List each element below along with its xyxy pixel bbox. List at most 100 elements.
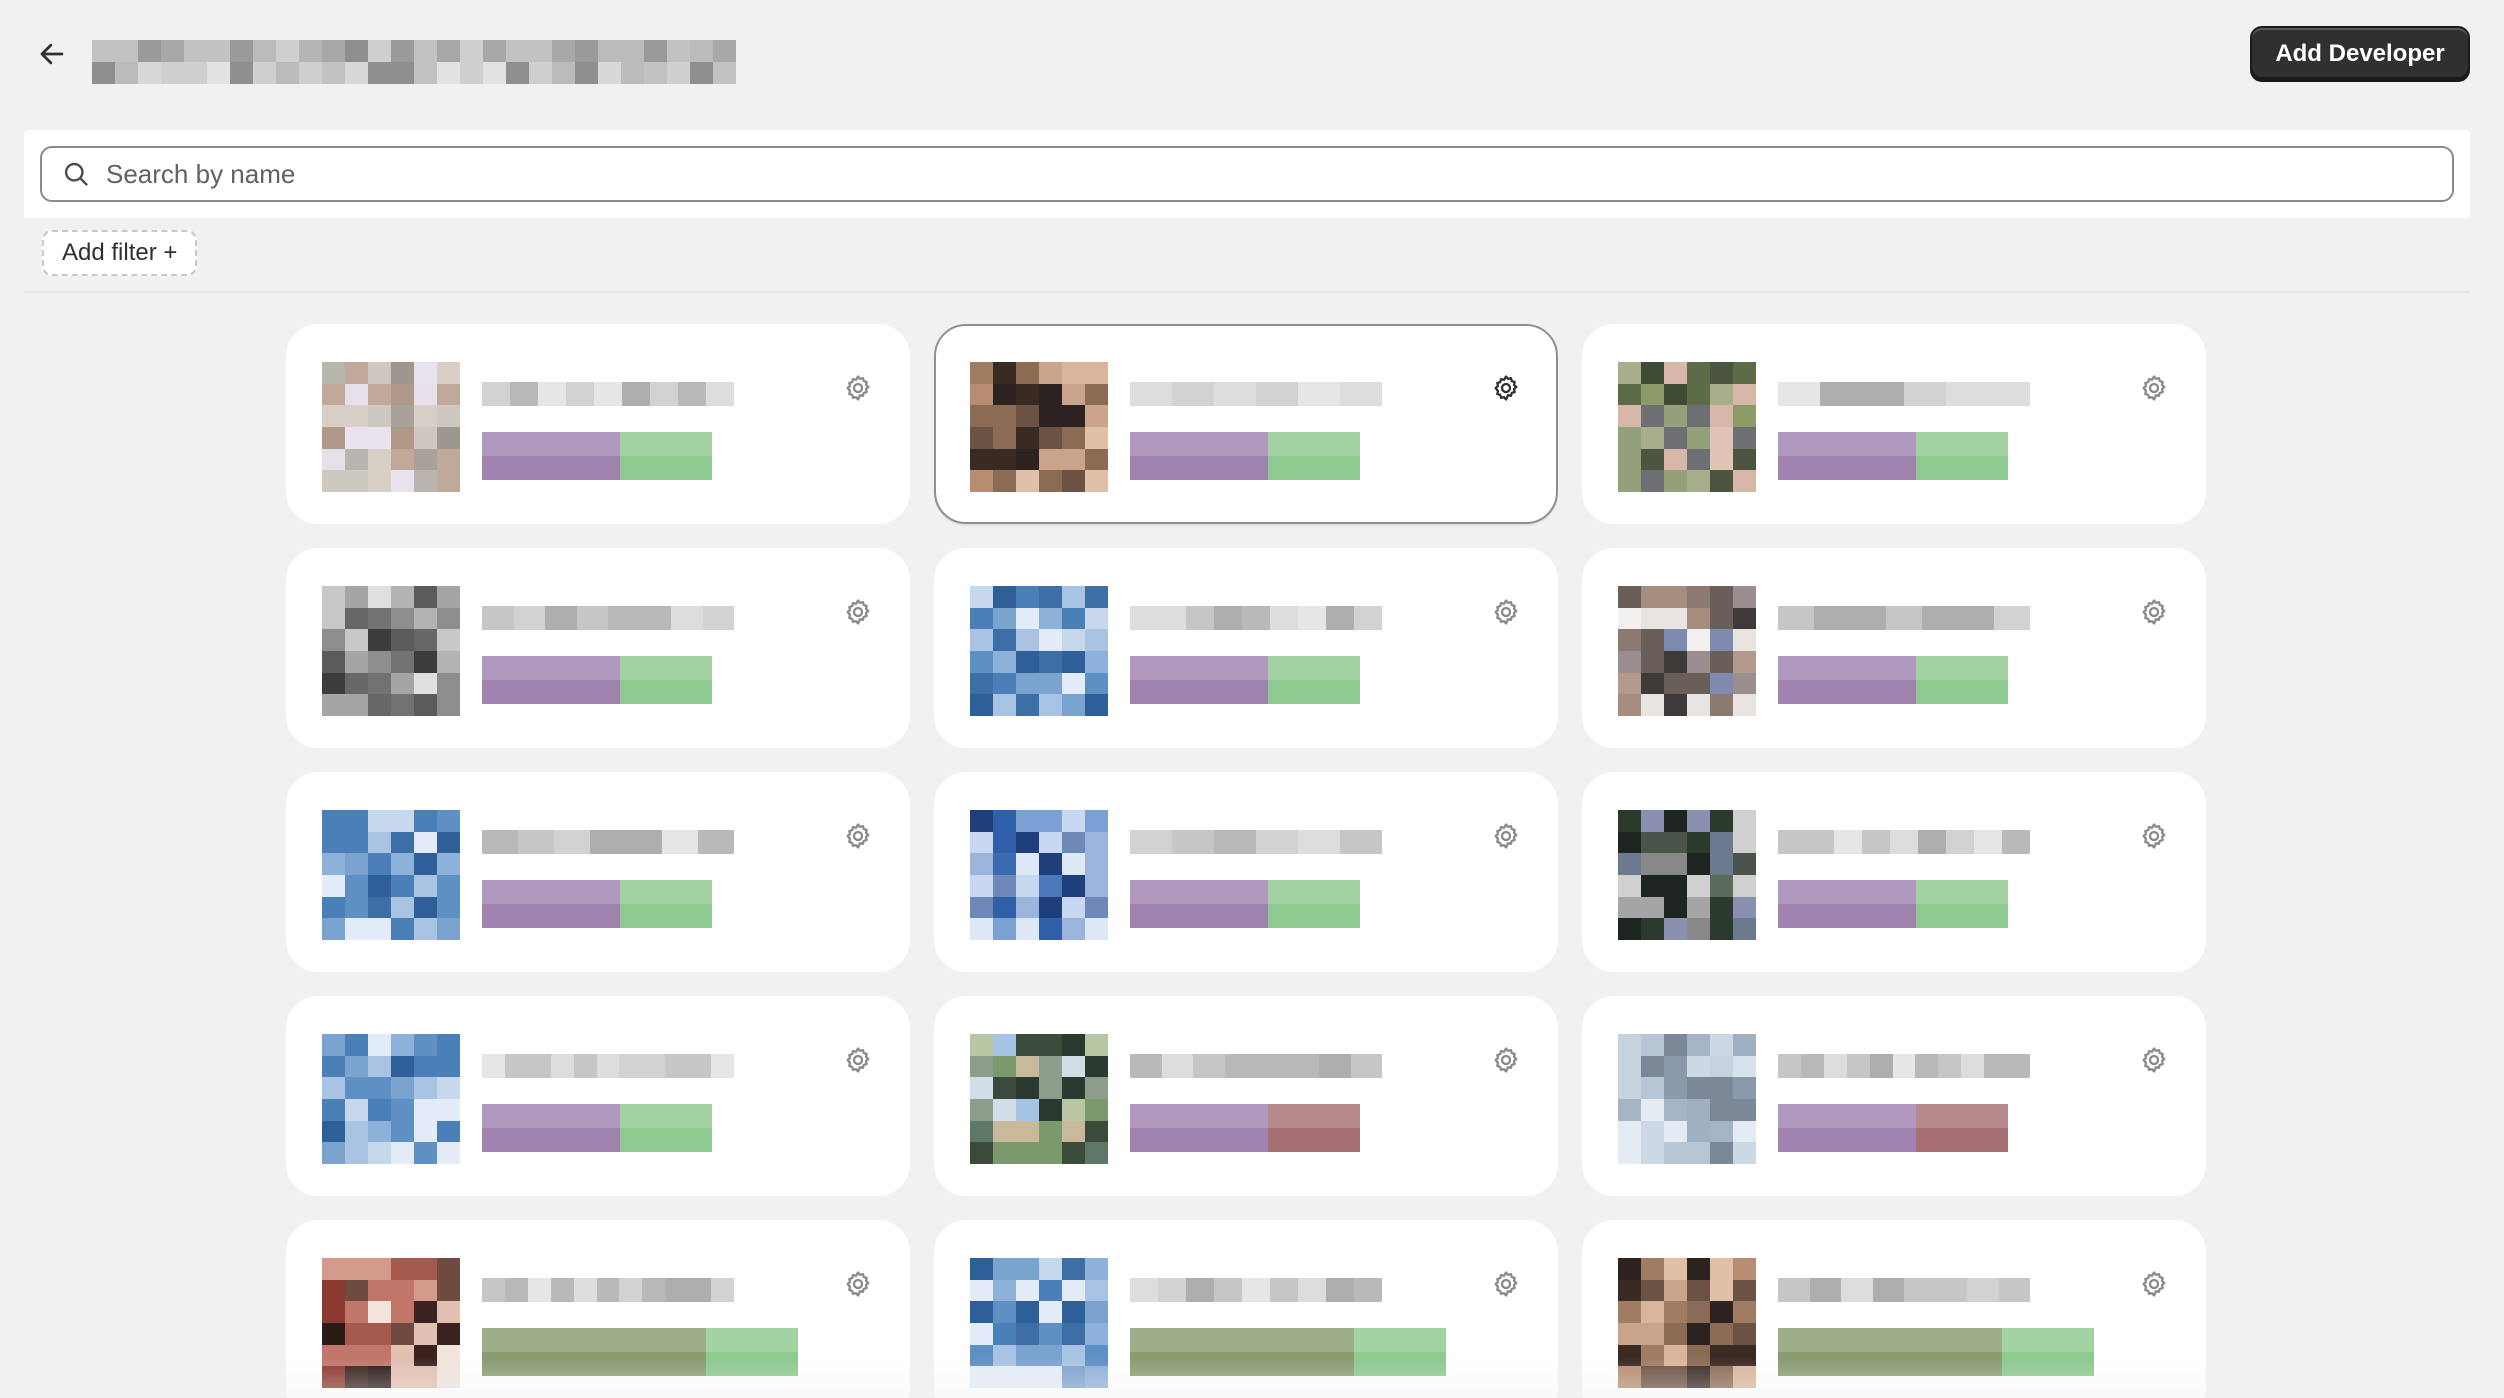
avatar-pixel [1618, 448, 1641, 471]
avatar-pixel [993, 918, 1016, 940]
avatar-pixel [1664, 383, 1687, 406]
avatar-pixel [1710, 362, 1733, 384]
avatar-pixel [993, 607, 1016, 630]
redaction-pixel [662, 830, 698, 854]
avatar-pixel [1710, 1120, 1733, 1143]
redaction-pixel [671, 606, 703, 630]
avatar-pixel [1618, 629, 1641, 651]
settings-button[interactable] [842, 1044, 874, 1076]
avatar-pixel [391, 586, 414, 608]
avatar-pixel [993, 874, 1016, 897]
redaction-pixel [1820, 382, 1862, 406]
avatar-pixel [322, 586, 345, 608]
avatar-pixel [1664, 650, 1687, 673]
settings-button[interactable] [1490, 596, 1522, 628]
redaction-pixel [482, 1278, 505, 1302]
avatar-pixel [993, 362, 1016, 384]
settings-button[interactable] [1490, 820, 1522, 852]
developer-name-redacted [1130, 382, 1382, 406]
role-tag-purple [1778, 432, 1916, 480]
settings-button[interactable] [2138, 596, 2170, 628]
avatar-pixel [1733, 896, 1756, 919]
avatar-pixel [970, 629, 993, 651]
avatar-pixel [322, 672, 345, 695]
settings-button[interactable] [842, 596, 874, 628]
gear-icon [846, 1271, 870, 1297]
settings-button[interactable] [2138, 1268, 2170, 1300]
avatar-pixel [345, 1366, 368, 1388]
developer-card[interactable] [934, 996, 1558, 1196]
developer-card[interactable] [286, 1220, 910, 1398]
developer-card[interactable] [1582, 324, 2206, 524]
avatar-pixel [993, 896, 1016, 919]
redaction-pixel [665, 1278, 689, 1302]
search-box[interactable] [40, 146, 2454, 202]
avatar-pixel [345, 470, 368, 492]
add-filter-button[interactable]: Add filter + [42, 230, 198, 276]
avatar-pixel [1039, 629, 1062, 651]
avatar-pixel [391, 1322, 414, 1345]
back-button[interactable] [32, 34, 72, 74]
avatar-pixel [1687, 383, 1710, 406]
avatar-pixel [1085, 1279, 1108, 1302]
avatar-pixel [1062, 426, 1085, 449]
avatar [970, 586, 1108, 716]
settings-button[interactable] [2138, 820, 2170, 852]
avatar-pixel [437, 918, 460, 940]
avatar-pixel [1733, 1055, 1756, 1078]
settings-button[interactable] [1490, 1044, 1522, 1076]
settings-button[interactable] [2138, 1044, 2170, 1076]
settings-button[interactable] [842, 1268, 874, 1300]
avatar-pixel [1062, 918, 1085, 940]
avatar-pixel [322, 383, 345, 406]
settings-button[interactable] [842, 372, 874, 404]
developer-card[interactable] [1582, 996, 2206, 1196]
avatar-pixel [1733, 470, 1756, 492]
avatar-pixel [1664, 448, 1687, 471]
avatar-pixel [345, 1258, 368, 1280]
developer-name-redacted [1130, 606, 1382, 630]
redaction-pixel [713, 62, 736, 84]
developer-card[interactable] [1582, 1220, 2206, 1398]
developer-card[interactable] [286, 772, 910, 972]
avatar-pixel [437, 1366, 460, 1388]
developer-card[interactable] [286, 324, 910, 524]
developer-card[interactable] [934, 324, 1558, 524]
redaction-pixel [1988, 382, 2030, 406]
avatar-pixel [1016, 1098, 1039, 1121]
redaction-pixel [598, 40, 621, 62]
settings-button[interactable] [842, 820, 874, 852]
developer-card[interactable] [1582, 548, 2206, 748]
developer-card[interactable] [286, 548, 910, 748]
developer-name-redacted [1778, 1054, 2030, 1078]
developer-card-grid [286, 324, 2206, 1398]
developer-card[interactable] [934, 1220, 1558, 1398]
avatar-pixel [1664, 1077, 1687, 1099]
avatar-pixel [1641, 1301, 1664, 1323]
redaction-pixel [391, 40, 414, 62]
developer-card[interactable] [934, 548, 1558, 748]
avatar-pixel [1016, 1142, 1039, 1164]
developer-card[interactable] [934, 772, 1558, 972]
settings-button[interactable] [1490, 372, 1522, 404]
redaction-pixel [437, 40, 460, 62]
avatar-pixel [1016, 1055, 1039, 1078]
avatar-pixel [993, 1322, 1016, 1345]
settings-button[interactable] [2138, 372, 2170, 404]
redaction-pixel [598, 62, 621, 84]
search-input[interactable] [106, 158, 2452, 190]
avatar-pixel [1664, 1366, 1687, 1388]
avatar-pixel [1641, 629, 1664, 651]
avatar-pixel [1039, 672, 1062, 695]
settings-button[interactable] [1490, 1268, 1522, 1300]
avatar-pixel [1687, 1120, 1710, 1143]
avatar-pixel [414, 1098, 437, 1121]
avatar-pixel [1710, 1142, 1733, 1164]
developer-card[interactable] [1582, 772, 2206, 972]
redaction-pixel [678, 382, 706, 406]
redaction-pixel [483, 62, 506, 84]
add-developer-button[interactable]: Add Developer [2250, 26, 2470, 82]
redaction-pixel [667, 40, 690, 62]
redaction-pixel [1778, 382, 1820, 406]
developer-card[interactable] [286, 996, 910, 1196]
